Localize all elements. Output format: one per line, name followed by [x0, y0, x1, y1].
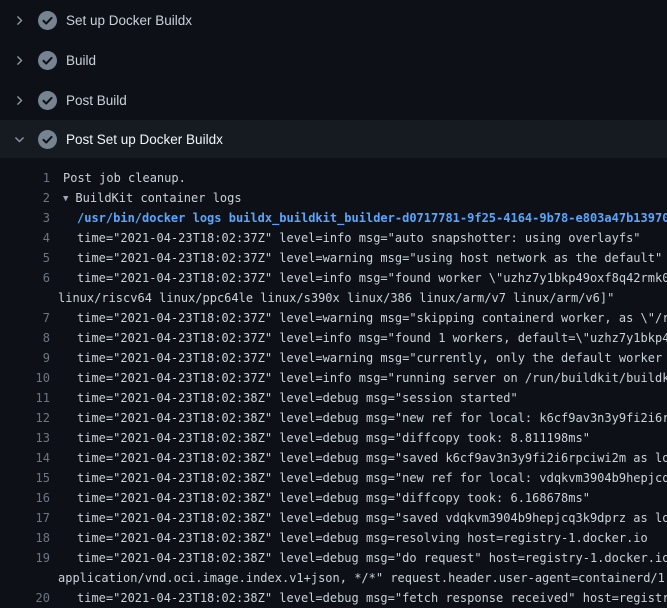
- step-header-build[interactable]: Build: [0, 40, 667, 80]
- log-text: time="2021-04-23T18:02:37Z" level=warnin…: [50, 308, 667, 328]
- log-line: 5time="2021-04-23T18:02:37Z" level=warni…: [0, 248, 667, 268]
- log-line: 3/usr/bin/docker logs buildx_buildkit_bu…: [0, 208, 667, 228]
- group-expanded-triangle-icon: ▼: [63, 194, 68, 204]
- log-line-number[interactable]: 4: [0, 228, 50, 248]
- step-label: Post Build: [66, 93, 127, 108]
- log-text: time="2021-04-23T18:02:38Z" level=debug …: [50, 588, 667, 608]
- status-success-check-icon: [38, 130, 57, 149]
- step-header-post-build[interactable]: Post Build: [0, 80, 667, 120]
- status-success-check-icon: [38, 11, 57, 30]
- log-line-number[interactable]: 16: [0, 488, 50, 508]
- log-line: 1Post job cleanup.: [0, 168, 667, 188]
- log-text: time="2021-04-23T18:02:38Z" level=debug …: [50, 528, 648, 548]
- log-line: 12time="2021-04-23T18:02:38Z" level=debu…: [0, 408, 667, 428]
- log-line-number[interactable]: 15: [0, 468, 50, 488]
- log-text: time="2021-04-23T18:02:37Z" level=info m…: [50, 268, 667, 288]
- step-header-post-set-up-docker-buildx[interactable]: Post Set up Docker Buildx: [0, 120, 667, 158]
- log-line: 17time="2021-04-23T18:02:38Z" level=debu…: [0, 508, 667, 528]
- log-line-number[interactable]: 20: [0, 588, 50, 608]
- log-line: 10time="2021-04-23T18:02:37Z" level=info…: [0, 368, 667, 388]
- log-line-number[interactable]: 5: [0, 248, 50, 268]
- log-line: application/vnd.oci.image.index.v1+json,…: [0, 568, 667, 588]
- status-success-check-icon: [38, 51, 57, 70]
- log-line-number[interactable]: 19: [0, 548, 50, 568]
- log-line: 8time="2021-04-23T18:02:37Z" level=info …: [0, 328, 667, 348]
- step-label: Set up Docker Buildx: [66, 13, 192, 28]
- log-group-label: BuildKit container logs: [75, 191, 241, 205]
- chevron-down-icon: [12, 133, 26, 146]
- log-line-number[interactable]: 17: [0, 508, 50, 528]
- log-line: 4time="2021-04-23T18:02:37Z" level=info …: [0, 228, 667, 248]
- step-label: Build: [66, 53, 96, 68]
- log-line: 14time="2021-04-23T18:02:38Z" level=debu…: [0, 448, 667, 468]
- log-line: 13time="2021-04-23T18:02:38Z" level=debu…: [0, 428, 667, 448]
- step-header-set-up-docker-buildx[interactable]: Set up Docker Buildx: [0, 0, 667, 40]
- log-text: time="2021-04-23T18:02:38Z" level=debug …: [50, 388, 518, 408]
- log-text: time="2021-04-23T18:02:37Z" level=warnin…: [50, 248, 662, 268]
- log-line-number[interactable]: 9: [0, 348, 50, 368]
- log-line: 19time="2021-04-23T18:02:38Z" level=debu…: [0, 548, 667, 568]
- log-text: time="2021-04-23T18:02:37Z" level=info m…: [50, 368, 667, 388]
- log-text-wrapped-continuation: application/vnd.oci.image.index.v1+json,…: [50, 568, 667, 588]
- chevron-right-icon: [12, 94, 26, 107]
- log-line: 2 ▼ BuildKit container logs: [0, 188, 667, 208]
- log-group-toggle[interactable]: ▼ BuildKit container logs: [50, 188, 242, 208]
- log-line-number[interactable]: 8: [0, 328, 50, 348]
- log-line: 18time="2021-04-23T18:02:38Z" level=debu…: [0, 528, 667, 548]
- log-text: time="2021-04-23T18:02:38Z" level=debug …: [50, 408, 667, 428]
- status-success-check-icon: [38, 91, 57, 110]
- log-text: time="2021-04-23T18:02:37Z" level=warnin…: [50, 348, 667, 368]
- log-line-number[interactable]: 2: [0, 188, 50, 208]
- log-text: Post job cleanup.: [50, 168, 186, 188]
- log-text: time="2021-04-23T18:02:38Z" level=debug …: [50, 488, 590, 508]
- step-list: Set up Docker Buildx Build Post Build Post …: [0, 0, 667, 158]
- log-text: time="2021-04-23T18:02:38Z" level=debug …: [50, 508, 667, 528]
- log-line: 15time="2021-04-23T18:02:38Z" level=debu…: [0, 468, 667, 488]
- step-label: Post Set up Docker Buildx: [66, 132, 223, 147]
- log-line-number[interactable]: 14: [0, 448, 50, 468]
- log-line: 9time="2021-04-23T18:02:37Z" level=warni…: [0, 348, 667, 368]
- log-line-number[interactable]: 18: [0, 528, 50, 548]
- log-line: 6time="2021-04-23T18:02:37Z" level=info …: [0, 268, 667, 288]
- log-line: 16time="2021-04-23T18:02:38Z" level=debu…: [0, 488, 667, 508]
- log-line: 20time="2021-04-23T18:02:38Z" level=debu…: [0, 588, 667, 608]
- chevron-right-icon: [12, 14, 26, 27]
- log-panel: 1Post job cleanup.2 ▼ BuildKit container l…: [0, 158, 667, 608]
- log-line-number: [0, 288, 50, 308]
- log-line-number[interactable]: 11: [0, 388, 50, 408]
- log-text: time="2021-04-23T18:02:38Z" level=debug …: [50, 428, 590, 448]
- log-line-number[interactable]: 7: [0, 308, 50, 328]
- log-line-number: [0, 568, 50, 588]
- log-line-number[interactable]: 12: [0, 408, 50, 428]
- log-line: 7time="2021-04-23T18:02:37Z" level=warni…: [0, 308, 667, 328]
- chevron-right-icon: [12, 54, 26, 67]
- log-line-number[interactable]: 1: [0, 168, 50, 188]
- log-text-wrapped-continuation: linux/riscv64 linux/ppc64le linux/s390x …: [50, 288, 614, 308]
- log-line: linux/riscv64 linux/ppc64le linux/s390x …: [0, 288, 667, 308]
- log-text: time="2021-04-23T18:02:38Z" level=debug …: [50, 448, 667, 468]
- log-text: time="2021-04-23T18:02:37Z" level=info m…: [50, 328, 667, 348]
- log-text: time="2021-04-23T18:02:38Z" level=debug …: [50, 548, 667, 568]
- log-line-number[interactable]: 13: [0, 428, 50, 448]
- log-text: time="2021-04-23T18:02:37Z" level=info m…: [50, 228, 641, 248]
- log-line-number[interactable]: 6: [0, 268, 50, 288]
- log-line: 11time="2021-04-23T18:02:38Z" level=debu…: [0, 388, 667, 408]
- log-text: time="2021-04-23T18:02:38Z" level=debug …: [50, 468, 667, 488]
- log-line-number[interactable]: 3: [0, 208, 50, 228]
- log-command-text: /usr/bin/docker logs buildx_buildkit_bui…: [50, 208, 667, 228]
- log-line-number[interactable]: 10: [0, 368, 50, 388]
